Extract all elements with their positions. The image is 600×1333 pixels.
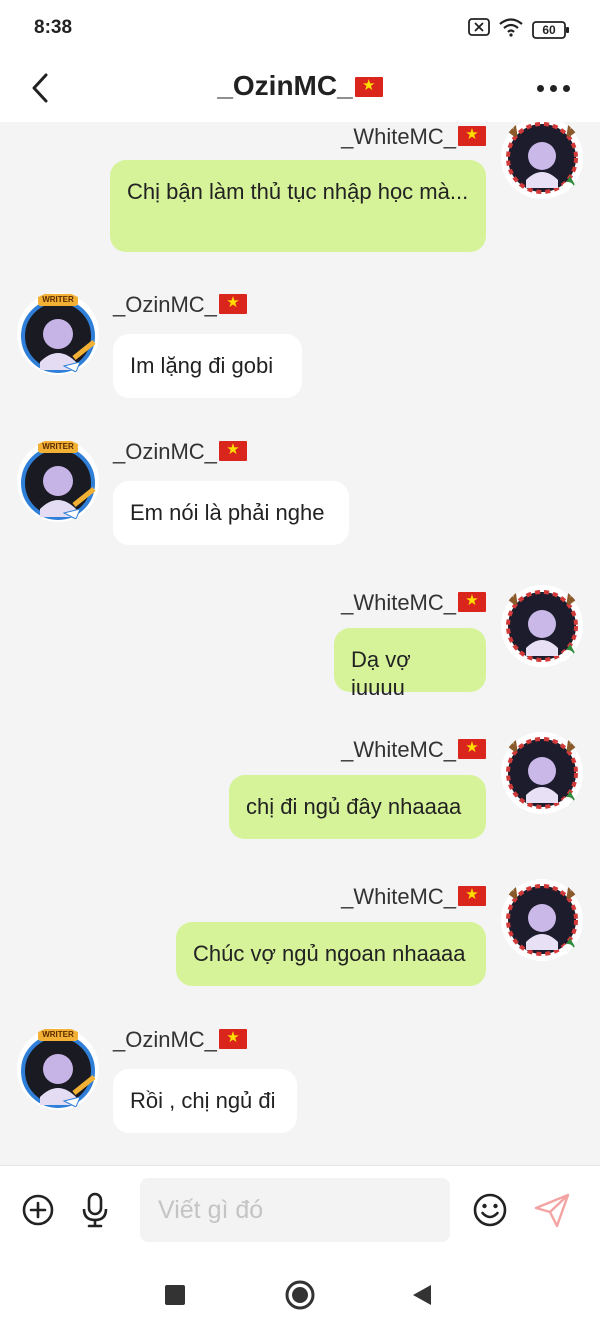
- message-list[interactable]: _WhiteMC_ Chị bận làm thủ tục nhập học m…: [0, 122, 600, 1165]
- vietnam-flag-icon: [458, 738, 486, 759]
- back-triangle-icon: [413, 1285, 431, 1305]
- send-icon: [534, 1193, 570, 1228]
- attach-button[interactable]: [16, 1188, 60, 1232]
- message-bubble[interactable]: Im lặng đi gobi: [113, 334, 302, 398]
- avatar-whitemc[interactable]: [500, 731, 584, 815]
- message-bubble[interactable]: Dạ vợ iuuuu: [334, 628, 486, 700]
- status-time: 8:38: [34, 17, 73, 38]
- back-nav-button[interactable]: [400, 1273, 444, 1317]
- message-bubble[interactable]: chị đi ngủ đây nhaaaa: [229, 775, 486, 839]
- sender-name: _OzinMC_: [113, 439, 247, 465]
- message-bubble[interactable]: Rồi , chị ngủ đi: [113, 1069, 297, 1133]
- composer-bar: [0, 1165, 600, 1253]
- vietnam-flag-icon: [458, 591, 486, 612]
- chat-title-text: _OzinMC_: [217, 70, 353, 101]
- send-button[interactable]: [530, 1188, 574, 1232]
- emoji-button[interactable]: [468, 1188, 512, 1232]
- vietnam-flag-icon: [218, 1028, 247, 1049]
- add-circle-icon: [22, 1194, 54, 1226]
- message-item: _WhiteMC_ chị đi ngủ đây nhaaaa: [0, 731, 600, 843]
- chat-title: _OzinMC_: [0, 70, 600, 102]
- avatar-ozinmc[interactable]: WRITER: [16, 292, 100, 376]
- home-button[interactable]: [278, 1273, 322, 1317]
- vietnam-flag-icon: [458, 885, 486, 906]
- voice-button[interactable]: [73, 1188, 117, 1232]
- sender-name: _WhiteMC_: [341, 590, 486, 616]
- vietnam-flag-icon: [354, 76, 383, 97]
- writer-badge: WRITER: [42, 1030, 74, 1039]
- chat-header: _OzinMC_: [0, 56, 600, 122]
- battery-level: 60: [542, 22, 556, 37]
- dot-icon: [549, 84, 557, 92]
- sender-name: _WhiteMC_: [341, 884, 486, 910]
- microphone-icon: [82, 1192, 108, 1228]
- message-input[interactable]: [140, 1178, 450, 1242]
- recents-square-icon: [165, 1285, 185, 1305]
- avatar-whitemc[interactable]: [500, 878, 584, 962]
- vietnam-flag-icon: [458, 125, 486, 146]
- more-options-button[interactable]: [530, 68, 576, 108]
- wifi-icon: [498, 17, 524, 42]
- message-bubble[interactable]: Em nói là phải nghe: [113, 481, 349, 545]
- status-icons: 60: [468, 17, 570, 42]
- dot-icon: [536, 84, 544, 92]
- recents-button[interactable]: [153, 1273, 197, 1317]
- avatar-ozinmc[interactable]: WRITER: [16, 1027, 100, 1111]
- sender-name: _WhiteMC_: [341, 124, 486, 150]
- message-item: _WhiteMC_ Chúc vợ ngủ ngoan nhaaaa: [0, 878, 600, 990]
- dot-icon: [562, 84, 570, 92]
- home-circle-icon: [285, 1280, 315, 1310]
- sender-name: _OzinMC_: [113, 292, 247, 318]
- message-item: WRITER _OzinMC_ Rồi , chị ngủ đi: [0, 1025, 600, 1137]
- sim-off-icon: [468, 18, 490, 41]
- avatar-whitemc[interactable]: [500, 584, 584, 668]
- message-bubble[interactable]: Chúc vợ ngủ ngoan nhaaaa: [176, 922, 486, 986]
- message-item: _WhiteMC_ Dạ vợ iuuuu: [0, 584, 600, 700]
- vietnam-flag-icon: [218, 440, 247, 461]
- avatar-ozinmc[interactable]: WRITER: [16, 439, 100, 523]
- system-nav-bar: [0, 1253, 600, 1333]
- message-item: _WhiteMC_ Chị bận làm thủ tục nhập học m…: [0, 122, 600, 257]
- message-item: WRITER _OzinMC_ Im lặng đi gobi: [0, 290, 600, 402]
- writer-badge: WRITER: [42, 442, 74, 451]
- status-bar: 8:38 60: [0, 0, 600, 56]
- sender-name: _WhiteMC_: [341, 737, 486, 763]
- message-bubble[interactable]: Chị bận làm thủ tục nhập học mà...: [110, 160, 486, 252]
- avatar-whitemc[interactable]: [500, 122, 584, 200]
- vietnam-flag-icon: [218, 293, 247, 314]
- sender-name: _OzinMC_: [113, 1027, 247, 1053]
- writer-badge: WRITER: [42, 295, 74, 304]
- emoji-icon: [473, 1193, 507, 1227]
- message-item: WRITER _OzinMC_ Em nói là phải nghe: [0, 437, 600, 549]
- battery-icon: 60: [532, 20, 570, 40]
